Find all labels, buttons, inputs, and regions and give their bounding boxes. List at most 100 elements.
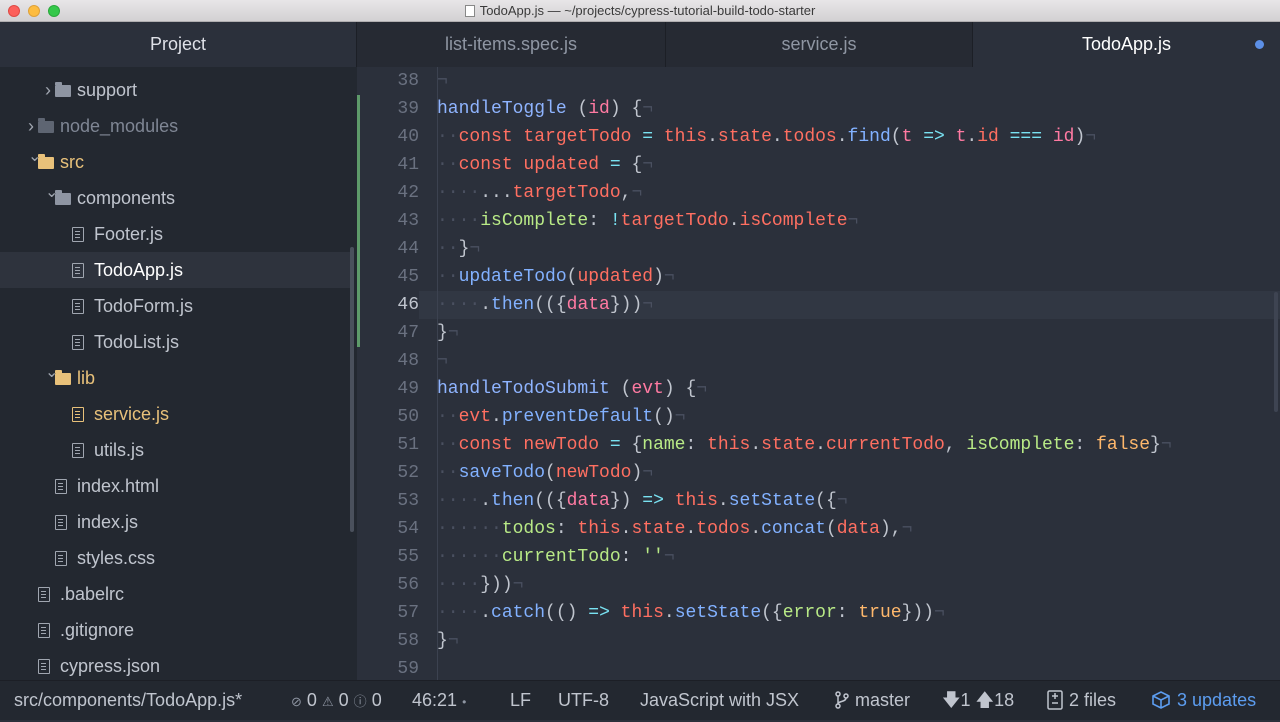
code-line[interactable]: ······currentTodo: ''¬ [437,543,675,571]
line-number[interactable]: 58 [357,627,419,655]
file-icon [72,335,84,350]
tree-file-gitignore[interactable]: .gitignore [0,612,350,648]
tree-folder-components[interactable]: ⌄ components [0,180,350,216]
code-token: const [458,155,524,175]
code-line[interactable]: ····.then(({data}))¬ [437,291,653,319]
tree-item-label: index.html [77,476,160,496]
code-token: () [653,407,675,427]
code-token: name [642,435,686,455]
code-line[interactable]: handleTodoSubmit (evt) {¬ [437,375,707,403]
code-line[interactable]: ··updateTodo(updated)¬ [437,263,675,291]
code-token: catch [491,603,546,623]
line-number[interactable]: 48 [357,347,419,375]
tree-file-styles-css[interactable]: styles.css [0,540,350,576]
code-line[interactable]: handleToggle (id) {¬ [437,95,653,123]
line-number[interactable]: 43 [357,207,419,235]
tree-file-index-html[interactable]: index.html [0,468,350,504]
tree-file-todoapp-js[interactable]: TodoApp.js [0,252,350,288]
code-line[interactable]: ····.then(({data}) => this.setState({¬ [437,487,848,515]
tree-file-service-js[interactable]: service.js [0,396,350,432]
line-number[interactable]: 59 [357,655,419,680]
tree-folder-support[interactable]: › support [0,72,350,108]
code-line[interactable]: }¬ [437,627,459,655]
tree-file-todoform-js[interactable]: TodoForm.js [0,288,350,324]
tab-list-items-spec[interactable]: list-items.spec.js [357,22,666,67]
info-icon: ⓘ [353,694,367,709]
line-number[interactable]: 50 [357,403,419,431]
code-line[interactable]: ····}))¬ [437,571,523,599]
file-path[interactable]: src/components/TodoApp.js* [14,681,242,720]
line-number[interactable]: 41 [357,151,419,179]
code-token: state [717,127,772,147]
changed-files[interactable]: 2 files [1046,681,1116,720]
line-ending[interactable]: LF [510,681,531,720]
code-token: ¬ [437,351,448,371]
tab-todoapp[interactable]: TodoApp.js [973,22,1280,67]
code-token: evt [631,379,664,399]
code-token: ¬ [1085,127,1097,147]
changed-files-count: 2 files [1069,690,1117,710]
tree-file-cypress-json[interactable]: cypress.json [0,648,350,680]
line-number[interactable]: 49 [357,375,419,403]
code-token: ······ [437,519,502,539]
editor-scrollbar[interactable] [1274,292,1278,412]
code-line[interactable]: ····.catch(() => this.setState({error: t… [437,599,945,627]
code-line[interactable]: ··saveTodo(newTodo)¬ [437,459,653,487]
code-line[interactable]: ··evt.preventDefault()¬ [437,403,685,431]
code-line[interactable]: ¬ [437,67,448,95]
tree-folder-lib[interactable]: ⌄ lib [0,360,350,396]
line-number[interactable]: 44 [357,235,419,263]
diagnostics-summary[interactable]: ⊘ 0 ⚠ 0 ⓘ 0 [291,681,382,720]
line-number[interactable]: 51 [357,431,419,459]
line-number[interactable]: 38 [357,67,419,95]
code-line[interactable]: ··const targetTodo = this.state.todos.fi… [437,123,1096,151]
code-editor[interactable]: 38 ¬ 39 handleToggle (id) {¬ 40 ··const targe… [357,67,1280,680]
code-token: handleTodoSubmit [437,379,621,399]
line-number[interactable]: 46 [357,291,419,319]
code-token: ·· [437,239,459,259]
file-encoding[interactable]: UTF-8 [558,681,609,720]
git-ahead-behind[interactable]: 🡇1 🡅18 [942,681,1014,720]
modified-indicator-icon[interactable] [1255,40,1264,49]
tree-file-utils-js[interactable]: utils.js [0,432,350,468]
chevron-right-icon[interactable]: › [45,72,51,108]
line-number[interactable]: 54 [357,515,419,543]
code-line[interactable]: ¬ [437,347,448,375]
tree-file-index-js[interactable]: index.js [0,504,350,540]
line-number[interactable]: 47 [357,319,419,347]
sidebar-header[interactable]: Project [0,22,357,67]
error-count: 0 [306,690,317,710]
line-number[interactable]: 45 [357,263,419,291]
cursor-position[interactable]: 46:21 • [412,681,466,720]
line-number[interactable]: 40 [357,123,419,151]
code-token: => [588,603,621,623]
code-line[interactable]: ··const newTodo = {name: this.state.curr… [437,431,1172,459]
sidebar-scrollbar[interactable] [350,247,354,532]
line-number[interactable]: 56 [357,571,419,599]
code-line[interactable]: }¬ [437,319,459,347]
code-token: ¬ [512,575,524,595]
line-number[interactable]: 52 [357,459,419,487]
tree-file-footer-js[interactable]: Footer.js [0,216,350,252]
tree-file-babelrc[interactable]: .babelrc [0,576,350,612]
code-token: ( [545,463,556,483]
code-token: . [750,435,762,455]
line-number[interactable]: 39 [357,95,419,123]
code-token: data [836,519,880,539]
line-number[interactable]: 53 [357,487,419,515]
tab-service[interactable]: service.js [666,22,973,67]
line-number[interactable]: 42 [357,179,419,207]
code-token: ¬ [631,183,643,203]
git-branch[interactable]: master [834,681,910,720]
tree-folder-node-modules[interactable]: › node_modules [0,108,350,144]
package-updates[interactable]: 3 updates [1150,681,1256,720]
line-number[interactable]: 55 [357,543,419,571]
line-number[interactable]: 57 [357,599,419,627]
code-line[interactable]: ··}¬ [437,235,480,263]
code-token: ¬ [663,547,675,567]
code-line[interactable]: ····...targetTodo,¬ [437,179,642,207]
code-line[interactable]: ····isComplete: !targetTodo.isComplete¬ [437,207,858,235]
code-line[interactable]: ······todos: this.state.todos.concat(dat… [437,515,912,543]
code-line[interactable]: ··const updated = {¬ [437,151,653,179]
grammar-selector[interactable]: JavaScript with JSX [640,681,799,720]
